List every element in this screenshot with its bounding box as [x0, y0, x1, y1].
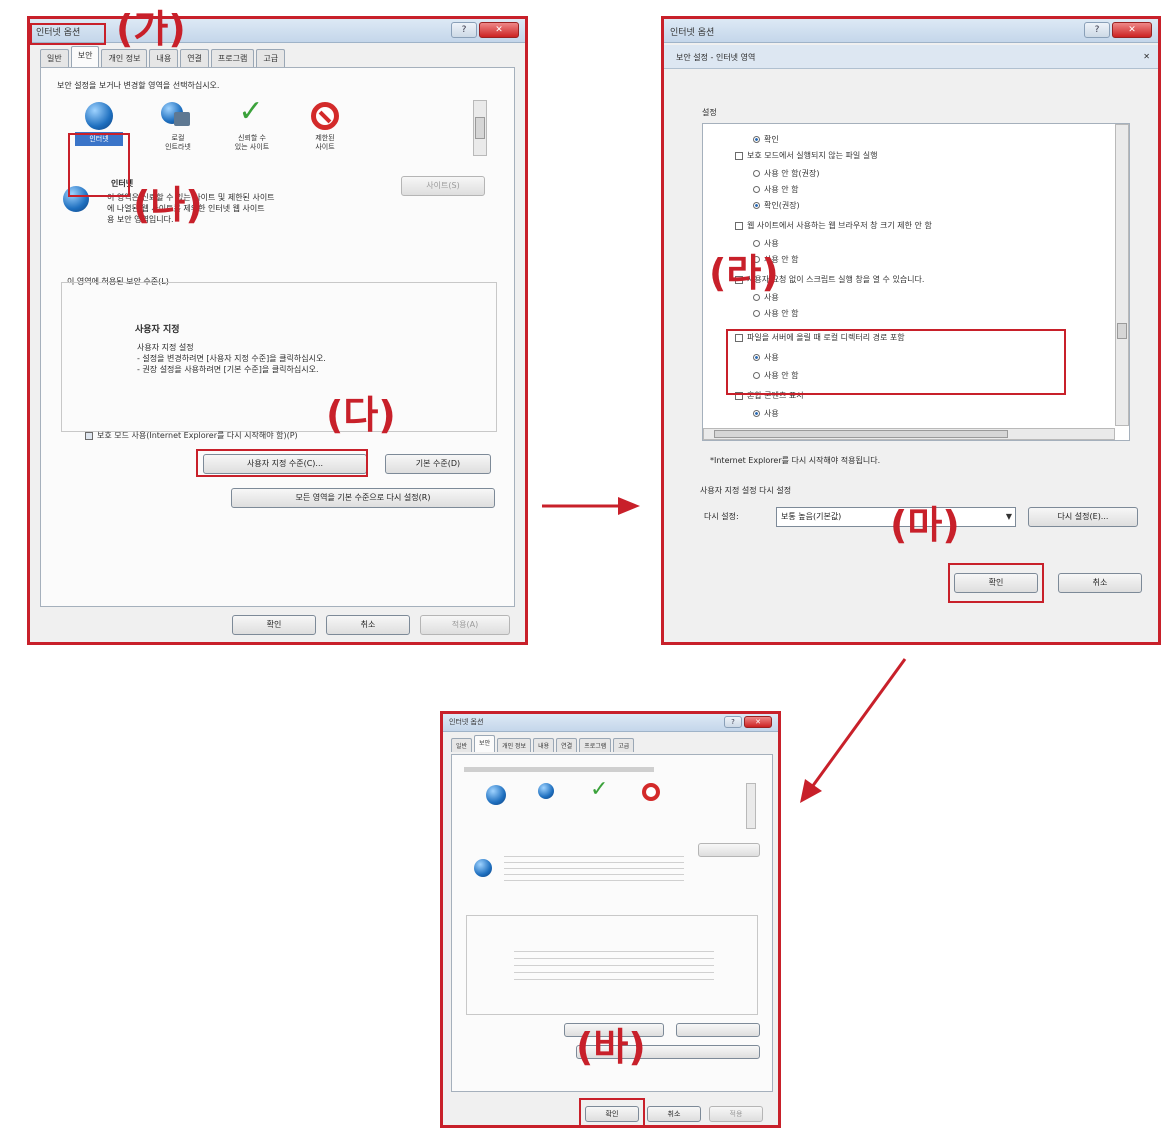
reset-to-label: 다시 설정: [704, 512, 739, 521]
sites-button[interactable]: 사이트(S) [401, 176, 485, 196]
cancel-button[interactable]: 취소 [326, 615, 410, 635]
globe-icon[interactable] [486, 785, 506, 805]
globe-icon [474, 859, 492, 877]
help-button[interactable]: ? [724, 716, 742, 728]
tab-advanced[interactable]: 고급 [256, 49, 286, 67]
close-button[interactable]: ✕ [479, 22, 519, 38]
title-highlight [30, 23, 106, 45]
cancel-button[interactable]: 취소 [1058, 573, 1142, 593]
apply-button[interactable]: 적용(A) [420, 615, 510, 635]
window-title: 인터넷 옵션 [449, 718, 484, 726]
label-na: (나) [133, 183, 203, 227]
label-da: (다) [326, 393, 396, 437]
globe-icon[interactable] [85, 102, 113, 130]
tab-privacy[interactable]: 개인 정보 [101, 49, 148, 67]
custom-level-description: 사용자 지정 설정 - 설정을 변경하려면 [사용자 지정 수준]을 클릭하십시… [137, 343, 326, 374]
restart-note: *Internet Explorer를 다시 시작해야 적용됩니다. [710, 456, 881, 465]
option-radio[interactable]: 사용 안 함 [753, 184, 799, 195]
label-ga: (가) [116, 7, 186, 51]
settings-label: 설정 [702, 108, 717, 117]
computer-icon [174, 112, 190, 126]
title-bar: 인터넷 옵션 ? ✕ [664, 19, 1158, 43]
ok-highlight [579, 1098, 645, 1125]
reset-button[interactable]: 다시 설정(E)... [1028, 507, 1138, 527]
reset-group-label: 사용자 지정 설정 다시 설정 [700, 486, 792, 495]
tab-general[interactable]: 일반 [451, 738, 473, 752]
dialog-subtitle-bar: 보안 설정 - 인터넷 영역 ✕ [664, 45, 1158, 69]
zone-description-lines [504, 851, 684, 881]
tab-general[interactable]: 일반 [40, 49, 69, 67]
tab-security[interactable]: 보안 [70, 46, 100, 67]
tab-connections[interactable]: 연결 [556, 738, 578, 752]
sites-button[interactable] [698, 843, 760, 857]
option-checkbox[interactable]: 보호 모드에서 실행되지 않는 파일 실행 [735, 150, 877, 161]
option-radio[interactable]: 확인 [753, 134, 779, 145]
custom-level-description-lines [514, 945, 714, 981]
intranet-icon[interactable] [538, 783, 554, 799]
default-level-button[interactable] [676, 1023, 760, 1037]
right-arrow [542, 497, 640, 515]
apply-button[interactable]: 적용 [709, 1106, 763, 1122]
check-icon[interactable]: ✓ [237, 97, 265, 127]
dialog-subtitle: 보안 설정 - 인터넷 영역 [676, 53, 756, 62]
settings-horizontal-scrollbar[interactable] [703, 428, 1115, 440]
help-button[interactable]: ? [1084, 22, 1110, 38]
settings-scrollbar[interactable] [1115, 124, 1129, 426]
tab-advanced[interactable]: 고급 [613, 738, 635, 752]
option-radio[interactable]: 사용 [753, 238, 779, 249]
option-radio[interactable]: 사용 [753, 408, 779, 419]
custom-level-title: 사용자 지정 [135, 325, 180, 335]
tab-privacy[interactable]: 개인 정보 [497, 738, 532, 752]
zone-scrollbar[interactable] [473, 100, 487, 156]
tab-strip: 일반 보안 개인 정보 내용 연결 프로그램 고급 [40, 46, 286, 67]
window-title: 인터넷 옵션 [670, 28, 715, 38]
tab-content[interactable]: 내용 [533, 738, 555, 752]
label-ba: (바) [576, 1025, 646, 1069]
zone-label-intranet: 로컬 인트라넷 [165, 134, 191, 151]
reset-all-zones-button[interactable]: 모든 영역을 기본 수준으로 다시 설정(R) [231, 488, 495, 508]
protected-mode-checkbox[interactable]: 보호 모드 사용(Internet Explorer를 다시 시작해야 함)(P… [85, 430, 298, 441]
zone-label-trusted: 신뢰할 수 있는 사이트 [234, 134, 270, 151]
tab-content[interactable]: 내용 [149, 49, 179, 67]
help-button[interactable]: ? [451, 22, 477, 38]
security-settings-window: 인터넷 옵션 ? ✕ 보안 설정 - 인터넷 영역 ✕ 설정 확인 보호 모드에… [661, 16, 1161, 645]
local-path-option-highlight [726, 329, 1066, 395]
zone-scrollbar[interactable] [746, 783, 756, 829]
zone-heading: 보안 설정을 보거나 변경할 영역을 선택하십시오. [57, 81, 220, 90]
ok-button[interactable]: 확인 [232, 615, 316, 635]
label-ra: (라) [709, 251, 779, 295]
zone-label-restricted: 제한된 사이트 [315, 134, 335, 151]
title-bar: 인터넷 옵션 ? ✕ [443, 714, 778, 732]
close-icon[interactable]: ✕ [1143, 52, 1150, 61]
tab-programs[interactable]: 프로그램 [579, 738, 612, 752]
option-checkbox[interactable]: 웹 사이트에서 사용하는 웹 브라우저 창 크기 제한 안 함 [735, 220, 932, 231]
tab-strip: 일반 보안 개인 정보 내용 연결 프로그램 고급 [451, 735, 635, 752]
blocked-icon[interactable] [311, 102, 339, 130]
blocked-icon[interactable] [642, 783, 660, 801]
protected-mode-label: 보호 모드 사용(Internet Explorer를 다시 시작해야 함)(P… [97, 431, 298, 440]
default-level-button[interactable]: 기본 수준(D) [385, 454, 491, 474]
close-button[interactable]: ✕ [744, 716, 772, 728]
custom-level-highlight [196, 449, 368, 477]
tab-connections[interactable]: 연결 [180, 49, 209, 67]
close-button[interactable]: ✕ [1112, 22, 1152, 38]
option-radio[interactable]: 사용 안 함 [753, 308, 799, 319]
internet-zone-highlight [68, 133, 130, 197]
internet-options-window-security: 인터넷 옵션 ? ✕ 일반 보안 개인 정보 내용 연결 프로그램 고급 보안 … [27, 16, 528, 645]
label-ma: (마) [890, 503, 960, 547]
tab-security[interactable]: 보안 [474, 735, 496, 752]
tab-programs[interactable]: 프로그램 [210, 49, 255, 67]
down-left-arrow [800, 658, 907, 803]
option-radio[interactable]: 사용 안 함(권장) [753, 168, 820, 179]
option-radio[interactable]: 확인(권장) [753, 200, 800, 211]
check-icon[interactable]: ✓ [590, 779, 618, 807]
ok-highlight [948, 563, 1044, 603]
reset-level-value: 보통 높음(기본값) [781, 512, 842, 521]
cancel-button[interactable]: 취소 [647, 1106, 701, 1122]
chevron-down-icon: ▼ [1005, 512, 1012, 521]
